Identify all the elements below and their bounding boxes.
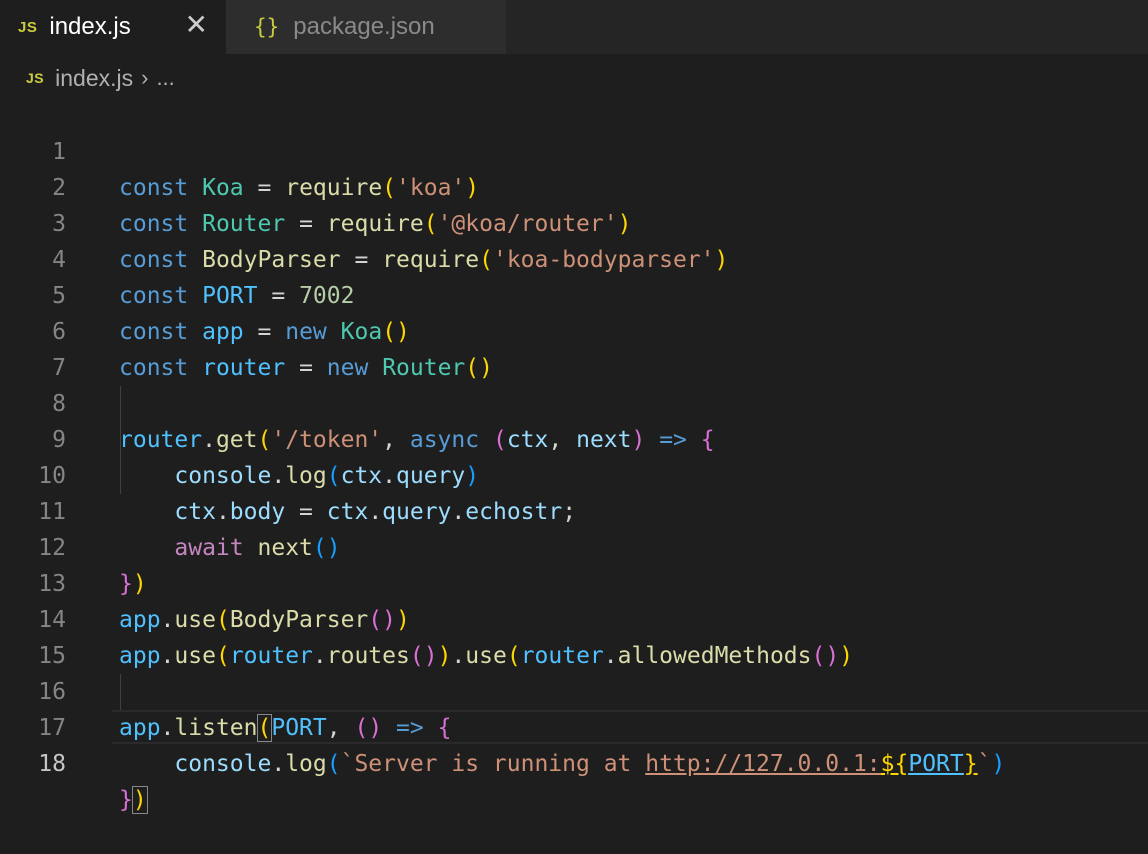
- code-line[interactable]: 2 const Router = require('@koa/router'): [0, 134, 1148, 237]
- line-number: 18: [38, 751, 66, 777]
- tab-label: package.json: [293, 13, 435, 40]
- code-line[interactable]: 11 await next(): [0, 458, 1148, 561]
- code-line[interactable]: 17 console.log(`Server is running at htt…: [0, 674, 1148, 777]
- code-line[interactable]: 10 ctx.body = ctx.query.echostr;: [0, 422, 1148, 525]
- code-line[interactable]: 14 app.use(router.routes()).use(router.a…: [0, 566, 1148, 669]
- tab-index-js[interactable]: JS index.js ✕: [0, 0, 226, 54]
- breadcrumb-file[interactable]: index.js: [55, 65, 133, 92]
- code-editor[interactable]: 1 const Koa = require('koa') 2 const Rou…: [0, 98, 1148, 814]
- breadcrumb-symbols[interactable]: ...: [156, 65, 174, 91]
- code-line[interactable]: 9 console.log(ctx.query): [0, 386, 1148, 489]
- tab-label: index.js: [49, 13, 131, 40]
- json-file-icon: {}: [254, 15, 280, 39]
- code-content: }): [119, 786, 148, 814]
- code-line[interactable]: 13 app.use(BodyParser()): [0, 530, 1148, 633]
- code-line[interactable]: 5 const app = new Koa(): [0, 242, 1148, 345]
- code-line-current[interactable]: 18 }): [0, 710, 1148, 814]
- code-line[interactable]: 12 }): [0, 494, 1148, 597]
- code-line[interactable]: 16 app.listen(PORT, () => {: [0, 638, 1148, 742]
- code-line[interactable]: 1 const Koa = require('koa'): [0, 98, 1148, 201]
- editor-tab-bar: JS index.js ✕ {} package.json: [0, 0, 1148, 54]
- code-line[interactable]: 7: [0, 314, 1148, 381]
- code-line[interactable]: 4 const PORT = 7002: [0, 206, 1148, 309]
- code-line[interactable]: 8 router.get('/token', async (ctx, next)…: [0, 350, 1148, 453]
- code-line[interactable]: 3 const BodyParser = require('koa-bodypa…: [0, 170, 1148, 273]
- breadcrumb: JS index.js › ...: [0, 54, 1148, 102]
- code-content: console.log(`Server is running at http:/…: [174, 751, 1006, 777]
- close-icon[interactable]: ✕: [185, 8, 208, 41]
- javascript-file-icon: JS: [18, 18, 38, 36]
- code-line[interactable]: 15: [0, 602, 1148, 669]
- javascript-file-icon: JS: [26, 70, 45, 86]
- tab-package-json[interactable]: {} package.json: [226, 0, 506, 54]
- code-line[interactable]: 6 const router = new Router(): [0, 278, 1148, 381]
- chevron-right-icon: ›: [141, 65, 149, 90]
